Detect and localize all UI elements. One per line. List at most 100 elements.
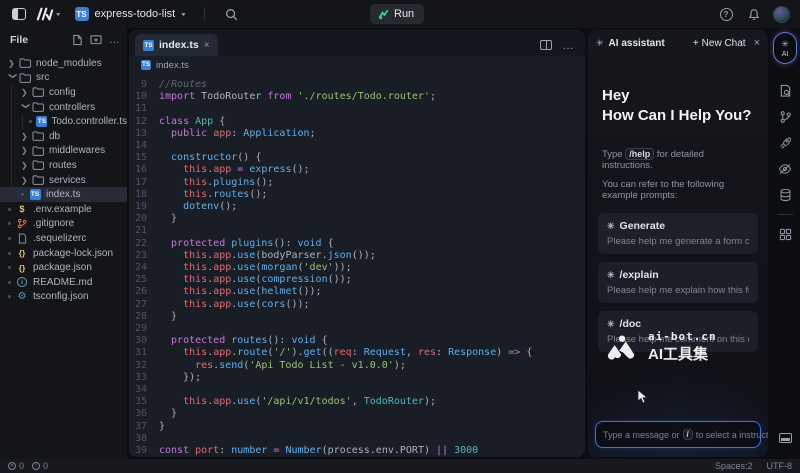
marscode-logo-icon[interactable]: ▾ xyxy=(36,6,61,22)
code-line[interactable]: 18this.routes(); xyxy=(129,189,585,201)
code-line[interactable]: 17this.plugins(); xyxy=(129,177,585,189)
tree-item-label: db xyxy=(49,131,60,142)
tree-file-.sequelizerc[interactable]: .sequelizerc xyxy=(0,231,127,246)
more-icon[interactable]: … xyxy=(109,34,121,46)
prompt-card-explain[interactable]: ✳/explainPlease help me explain how this… xyxy=(598,262,758,303)
line-number: 27 xyxy=(129,299,159,311)
split-editor-icon[interactable] xyxy=(540,40,552,50)
tree-folder-services[interactable]: ❯services xyxy=(0,173,127,188)
prompt-card-Generate[interactable]: ✳GeneratePlease help me generate a form … xyxy=(598,213,758,254)
code-line[interactable]: 19dotenv(); xyxy=(129,201,585,213)
new-file-icon[interactable] xyxy=(72,34,83,46)
tree-file-.env.example[interactable]: $.env.example xyxy=(0,202,127,217)
tree-file-package.json[interactable]: {}package.json xyxy=(0,260,127,275)
code-area[interactable]: 9//Routes10import TodoRouter from './rou… xyxy=(129,74,585,457)
json-icon: {} xyxy=(15,248,29,258)
code-line[interactable]: 9//Routes xyxy=(129,79,585,91)
code-line[interactable]: 38 xyxy=(129,433,585,445)
code-line[interactable]: 26this.app.use(helmet()); xyxy=(129,286,585,298)
panel-toggle-icon[interactable] xyxy=(770,425,800,451)
close-icon[interactable]: × xyxy=(754,37,760,49)
code-line[interactable]: 13public app: Application; xyxy=(129,128,585,140)
indentation-status[interactable]: Spaces:2 xyxy=(715,461,753,471)
project-switcher[interactable]: TS express-todo-list ▾ xyxy=(75,7,186,21)
tree-item-label: package-lock.json xyxy=(33,248,113,259)
code-line[interactable]: 27this.app.use(cors()); xyxy=(129,299,585,311)
code-line[interactable]: 24this.app.use(morgan('dev')); xyxy=(129,262,585,274)
tree-folder-db[interactable]: ❯db xyxy=(0,129,127,144)
warnings-status[interactable]: i 0 xyxy=(32,461,48,471)
avatar[interactable] xyxy=(773,6,790,23)
code-line[interactable]: 22protected plugins(): void { xyxy=(129,238,585,250)
sidebar-toggle-icon[interactable] xyxy=(10,5,28,23)
tab-index-ts[interactable]: TS index.ts × xyxy=(135,34,218,56)
code-line[interactable]: 25this.app.use(compression()); xyxy=(129,274,585,286)
code-line[interactable]: 16this.app = express(); xyxy=(129,164,585,176)
code-line[interactable]: 31this.app.route('/').get((req: Request,… xyxy=(129,347,585,359)
code-line[interactable]: 37} xyxy=(129,421,585,433)
tree-item-label: .env.example xyxy=(33,204,92,215)
code-line[interactable]: 34 xyxy=(129,384,585,396)
code-line[interactable]: 20} xyxy=(129,213,585,225)
code-line[interactable]: 30protected routes(): void { xyxy=(129,335,585,347)
code-line[interactable]: 36} xyxy=(129,408,585,420)
indent-guide xyxy=(11,144,21,159)
rail-item-ai-assistant[interactable]: ✳ AI xyxy=(773,32,797,64)
tree-file-package-lock.json[interactable]: {} package-lock.json xyxy=(0,246,127,261)
code-line[interactable]: 29 xyxy=(129,323,585,335)
new-chat-button[interactable]: +New Chat xyxy=(693,38,746,49)
close-icon[interactable]: × xyxy=(204,40,210,51)
code-line[interactable]: 33}); xyxy=(129,372,585,384)
code-line[interactable]: 21 xyxy=(129,225,585,237)
tree-folder-routes[interactable]: ❯routes xyxy=(0,158,127,173)
rail-item-source-control[interactable] xyxy=(770,104,800,130)
tree-file-.gitignore[interactable]: .gitignore xyxy=(0,217,127,232)
chat-input-placeholder: Type a message or / to select a instruct… xyxy=(603,429,768,440)
code-line[interactable]: 10import TodoRouter from './routes/Todo.… xyxy=(129,91,585,103)
rail-item-database[interactable] xyxy=(770,182,800,208)
tree-file-README.md[interactable]: iREADME.md xyxy=(0,275,127,290)
tree-file-tsconfig.json[interactable]: ⚙tsconfig.json xyxy=(0,290,127,305)
rail-item-code-review-eye[interactable] xyxy=(770,156,800,182)
rail-item-extensions-grid[interactable] xyxy=(770,221,800,247)
run-button[interactable]: Run xyxy=(370,4,424,24)
errors-status[interactable]: ✕ 0 xyxy=(8,461,24,471)
line-number: 23 xyxy=(129,250,159,262)
tree-folder-src[interactable]: ❯src xyxy=(0,71,127,86)
code-line[interactable]: 32res.send('Api Todo List - v1.0.0'); xyxy=(129,360,585,372)
line-number: 11 xyxy=(129,103,159,115)
chevron-down-icon: ▾ xyxy=(56,10,61,19)
code-line[interactable]: 15constructor() { xyxy=(129,152,585,164)
chat-input[interactable]: Type a message or / to select a instruct… xyxy=(595,421,761,448)
help-icon[interactable]: ? xyxy=(717,5,735,23)
tree-file-Todo.controller.ts[interactable]: TSTodo.controller.ts xyxy=(0,114,127,129)
search-icon[interactable] xyxy=(223,5,241,23)
code-line[interactable]: 23this.app.use(bodyParser.json()); xyxy=(129,250,585,262)
code-line[interactable]: 39const port: number = Number(process.en… xyxy=(129,445,585,457)
chevron-down-icon: ❯ xyxy=(22,102,31,112)
rail-item-file-preview[interactable] xyxy=(770,78,800,104)
code-line[interactable]: 14 xyxy=(129,140,585,152)
encoding-status[interactable]: UTF-8 xyxy=(767,461,793,471)
tree-folder-controllers[interactable]: ❯controllers xyxy=(0,100,127,115)
new-folder-icon[interactable] xyxy=(90,34,102,46)
code-line[interactable]: 12class App { xyxy=(129,116,585,128)
line-number: 30 xyxy=(129,335,159,347)
breadcrumb[interactable]: TS index.ts xyxy=(129,56,585,74)
tree-folder-node_modules[interactable]: ❯node_modules xyxy=(0,56,127,71)
line-number: 33 xyxy=(129,372,159,384)
code-line[interactable]: 28} xyxy=(129,311,585,323)
editor-more-icon[interactable]: … xyxy=(562,38,575,52)
code-line[interactable]: 35this.app.use('/api/v1/todos', TodoRout… xyxy=(129,396,585,408)
tree-file-index.ts[interactable]: TSindex.ts xyxy=(0,187,127,202)
code-line[interactable]: 11 xyxy=(129,103,585,115)
git-status-dot xyxy=(21,193,24,196)
file-explorer: File … ❯node_modules❯src❯config❯controll… xyxy=(0,28,127,459)
editor-pane: TS index.ts × … TS index.ts 9//Routes10i… xyxy=(129,30,585,457)
rail-item-deploy-rocket[interactable] xyxy=(770,130,800,156)
chevron-right-icon: ❯ xyxy=(8,59,18,68)
bell-icon[interactable] xyxy=(745,5,763,23)
tree-folder-middlewares[interactable]: ❯middlewares xyxy=(0,144,127,159)
ai-assistant-panel: ✳ AI assistant +New Chat × Hey How Can I… xyxy=(588,30,768,457)
tree-folder-config[interactable]: ❯config xyxy=(0,85,127,100)
